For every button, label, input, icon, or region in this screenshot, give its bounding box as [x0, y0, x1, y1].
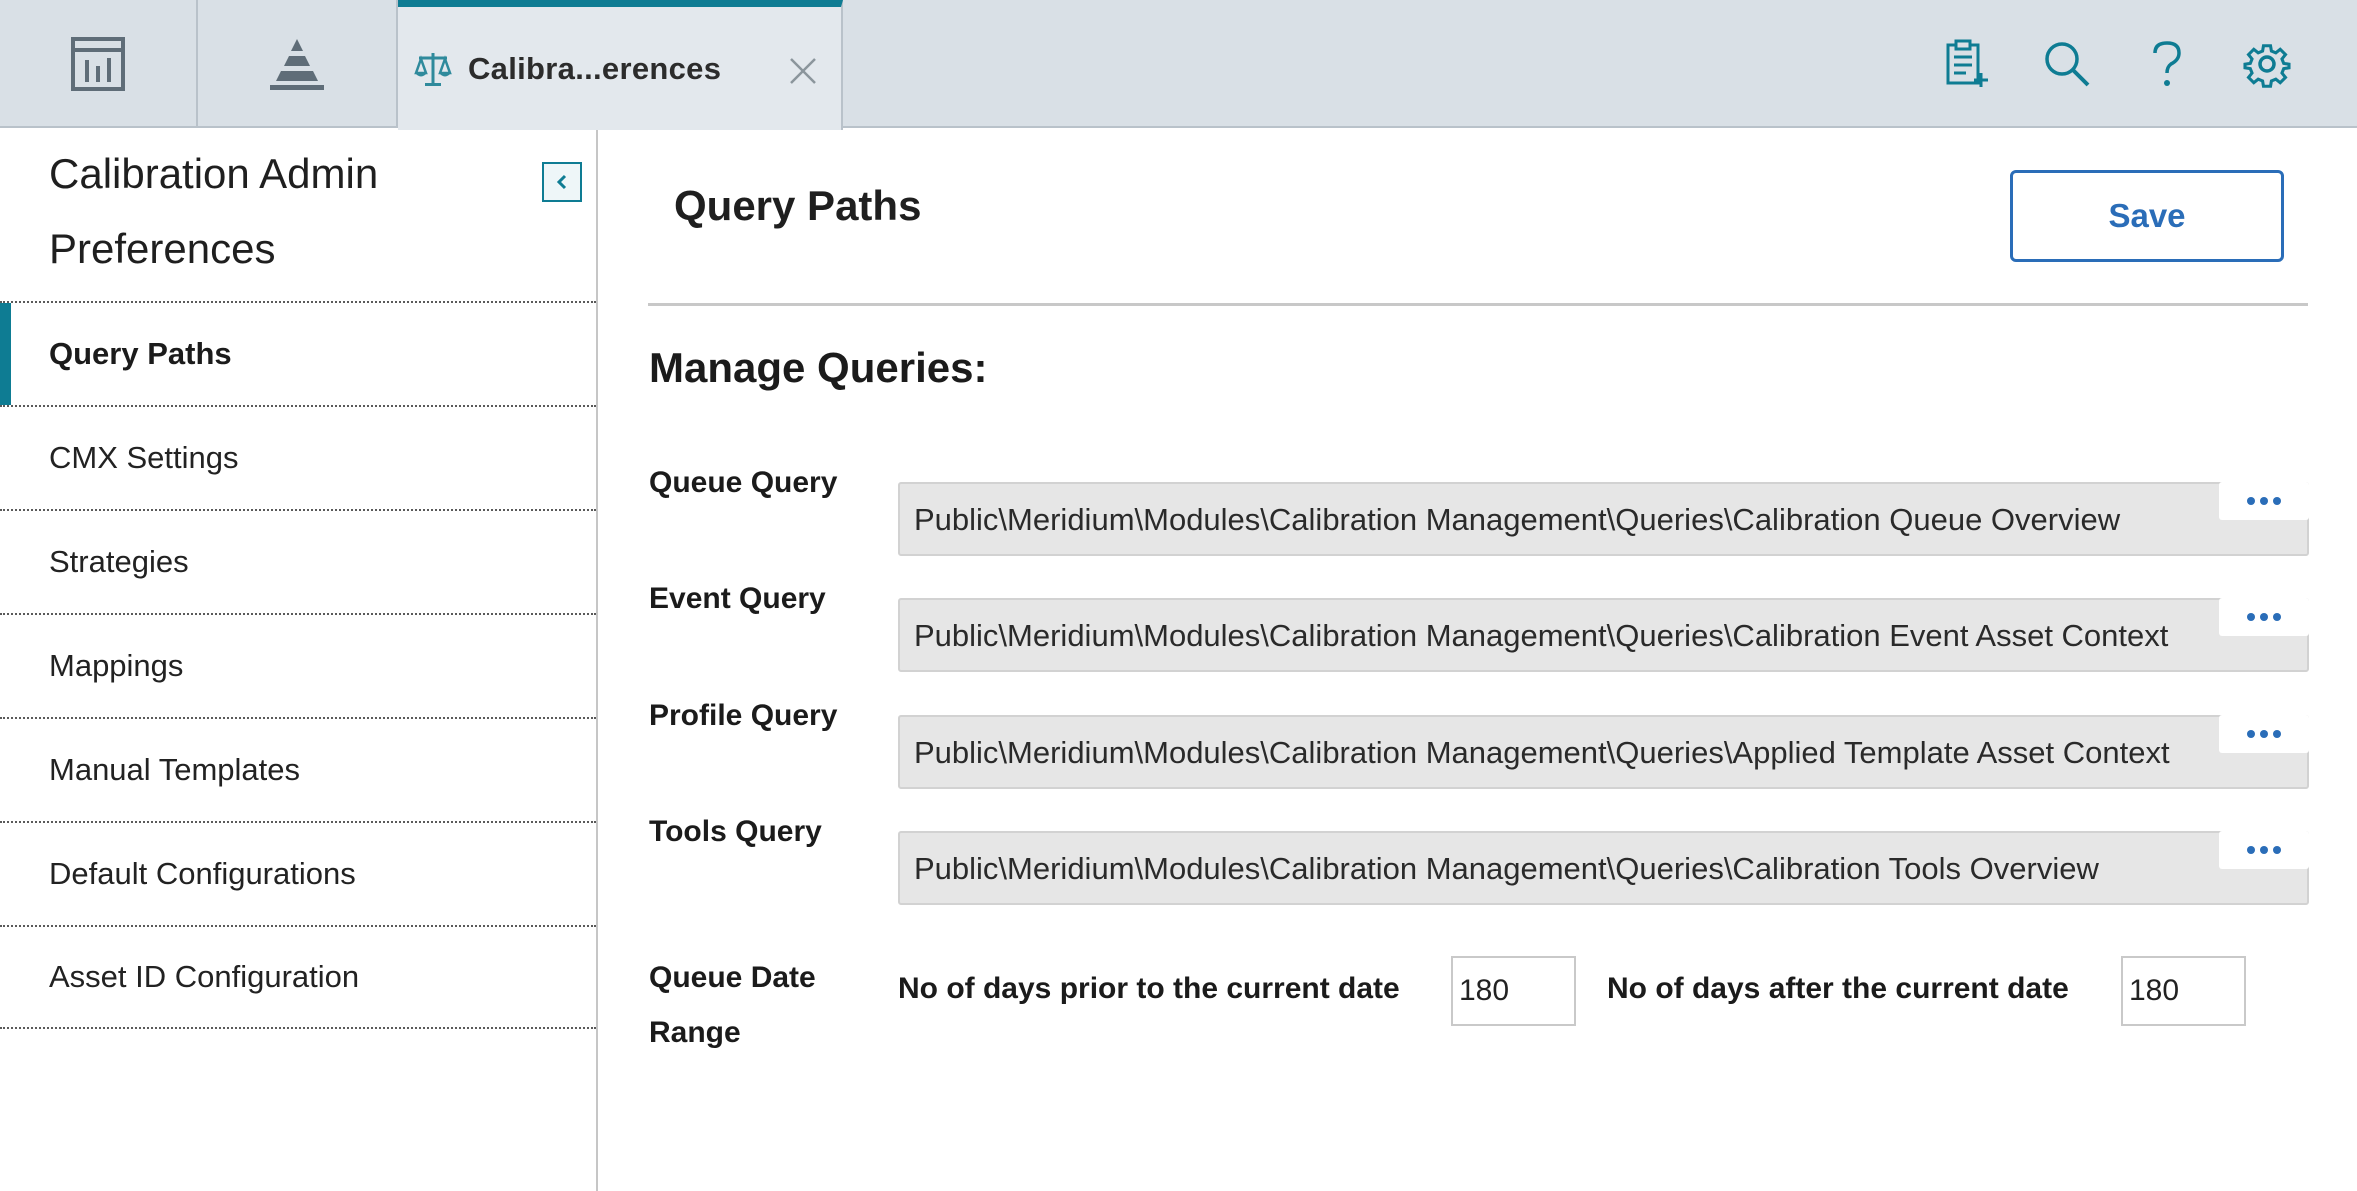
- header-divider: [648, 303, 2308, 306]
- sidebar-item-query-paths[interactable]: Query Paths: [0, 301, 596, 405]
- sidebar: Calibration Admin Preferences Query Path…: [0, 130, 598, 1191]
- queue-query-browse-button[interactable]: [2219, 482, 2309, 520]
- dot-icon: [2247, 730, 2255, 738]
- sidebar-item-strategies[interactable]: Strategies: [0, 509, 596, 613]
- sidebar-item-asset-id-configuration[interactable]: Asset ID Configuration: [0, 925, 596, 1029]
- tools-query-field[interactable]: Public\Meridium\Modules\Calibration Mana…: [898, 831, 2309, 905]
- section-title: Manage Queries:: [649, 344, 988, 391]
- close-icon[interactable]: [787, 55, 819, 87]
- tools-query-browse-button[interactable]: [2219, 831, 2309, 869]
- dot-icon: [2273, 730, 2281, 738]
- sidebar-title: Calibration Admin Preferences: [49, 150, 379, 272]
- queue-date-range-label: Queue Date Range: [649, 961, 816, 1049]
- queue-query-field[interactable]: Public\Meridium\Modules\Calibration Mana…: [898, 482, 2309, 556]
- sidebar-item-label: Default Configurations: [49, 856, 356, 891]
- sidebar-item-default-configurations[interactable]: Default Configurations: [0, 821, 596, 925]
- save-button[interactable]: Save: [2010, 170, 2284, 262]
- days-after-label: No of days after the current date: [1607, 972, 2069, 1005]
- dot-icon: [2260, 497, 2268, 505]
- app-tab-pyramid[interactable]: [198, 0, 398, 128]
- days-prior-input[interactable]: [1451, 956, 1576, 1026]
- sidebar-item-label: Manual Templates: [49, 752, 301, 787]
- sidebar-item-label: Strategies: [49, 544, 189, 579]
- dot-icon: [2273, 497, 2281, 505]
- dashboard-icon: [71, 37, 125, 91]
- page-title: Query Paths: [674, 182, 922, 229]
- sidebar-item-label: Query Paths: [49, 336, 232, 371]
- dot-icon: [2247, 846, 2255, 854]
- main-panel: Query Paths Save Manage Queries: Queue Q…: [600, 130, 2357, 1191]
- collapse-sidebar-button[interactable]: [542, 162, 582, 202]
- scales-icon: [412, 48, 454, 90]
- sidebar-item-label: Asset ID Configuration: [49, 959, 360, 994]
- dot-icon: [2273, 846, 2281, 854]
- top-tab-bar: Calibra...erences: [0, 0, 2357, 130]
- sidebar-item-cmx-settings[interactable]: CMX Settings: [0, 405, 596, 509]
- search-icon[interactable]: [2037, 34, 2097, 94]
- dot-icon: [2273, 613, 2281, 621]
- sidebar-item-mappings[interactable]: Mappings: [0, 613, 596, 717]
- chevron-left-icon: [556, 174, 567, 190]
- profile-query-field[interactable]: Public\Meridium\Modules\Calibration Mana…: [898, 715, 2309, 789]
- dot-icon: [2260, 613, 2268, 621]
- sidebar-item-label: Mappings: [49, 648, 184, 683]
- event-query-label: Event Query: [649, 582, 826, 615]
- profile-query-value: Public\Meridium\Modules\Calibration Mana…: [914, 735, 2170, 770]
- profile-query-label: Profile Query: [649, 699, 838, 732]
- dot-icon: [2247, 613, 2255, 621]
- active-tab-title: Calibra...erences: [468, 50, 722, 86]
- profile-query-browse-button[interactable]: [2219, 715, 2309, 753]
- sidebar-item-manual-templates[interactable]: Manual Templates: [0, 717, 596, 821]
- days-prior-label: No of days prior to the current date: [898, 972, 1400, 1005]
- active-tab[interactable]: Calibra...erences: [398, 0, 843, 130]
- queue-query-value: Public\Meridium\Modules\Calibration Mana…: [914, 502, 2121, 537]
- clipboard-add-icon[interactable]: [1937, 34, 1997, 94]
- days-after-input[interactable]: [2121, 956, 2246, 1026]
- sidebar-item-label: CMX Settings: [49, 440, 239, 475]
- tools-query-label: Tools Query: [649, 815, 822, 848]
- queue-query-label: Queue Query: [649, 466, 838, 499]
- help-icon[interactable]: [2137, 34, 2197, 94]
- pyramid-icon: [270, 39, 324, 90]
- event-query-field[interactable]: Public\Meridium\Modules\Calibration Mana…: [898, 598, 2309, 672]
- event-query-value: Public\Meridium\Modules\Calibration Mana…: [914, 618, 2169, 653]
- gear-icon[interactable]: [2237, 34, 2297, 94]
- dot-icon: [2247, 497, 2255, 505]
- dot-icon: [2260, 730, 2268, 738]
- event-query-browse-button[interactable]: [2219, 598, 2309, 636]
- dot-icon: [2260, 846, 2268, 854]
- sidebar-nav: Query Paths CMX Settings Strategies Mapp…: [0, 301, 596, 1029]
- app-tab-dashboard[interactable]: [0, 0, 198, 128]
- tools-query-value: Public\Meridium\Modules\Calibration Mana…: [914, 851, 2099, 886]
- toolbar-icons: [1937, 0, 2357, 128]
